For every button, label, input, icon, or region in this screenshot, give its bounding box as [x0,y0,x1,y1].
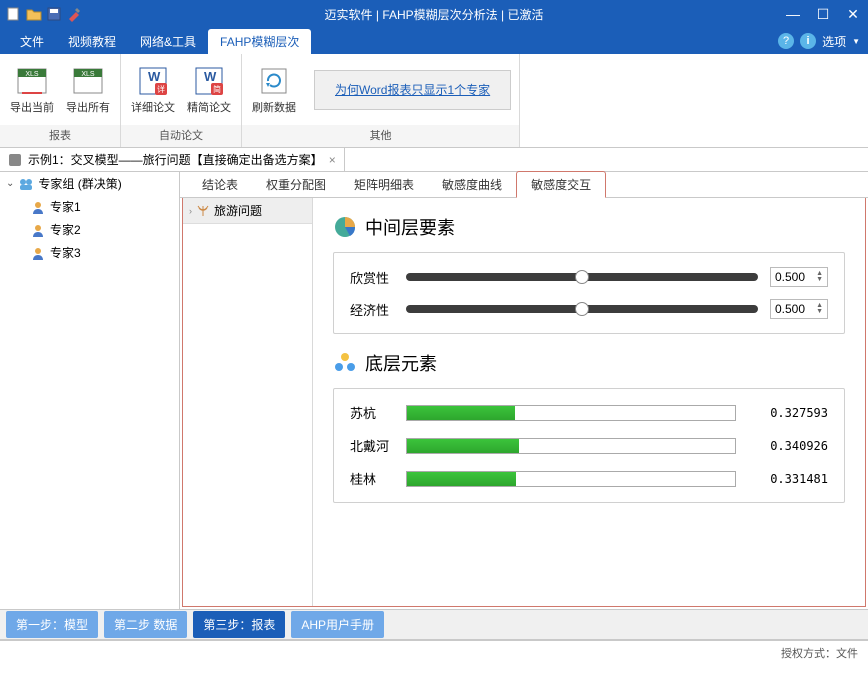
options-dropdown-icon[interactable]: ▼ [852,37,860,46]
bar-value: 0.340926 [752,439,828,453]
bottom-panel: 苏杭 0.327593 北戴河 0.340926 桂林 0.331481 [333,388,845,503]
tab-interaction[interactable]: 敏感度交互 [516,171,606,198]
manual-button[interactable]: AHP用户手册 [291,611,384,638]
bar-value: 0.327593 [752,406,828,420]
user-icon [30,222,46,238]
tab-conclusion[interactable]: 结论表 [188,172,252,197]
xls-all-icon: XLS [72,65,104,97]
spin-down-icon[interactable]: ▼ [816,277,823,283]
step1-button[interactable]: 第一步：模型 [6,611,98,638]
expand-icon[interactable]: ⌄ [6,178,14,189]
ribbon-link-box: 为何Word报表只显示1个专家 [314,70,511,110]
menu-network[interactable]: 网络&工具 [128,29,208,54]
detailed-thesis-button[interactable]: W详 详细论文 [129,63,177,117]
open-icon[interactable] [26,6,42,22]
bottom-section-title: 底层元素 [365,350,437,376]
ribbon-group-other: 其他 [242,125,519,147]
mid-section-title: 中间层要素 [365,214,455,240]
export-current-button[interactable]: XLS 导出当前 [8,63,56,117]
slider-track[interactable] [406,305,758,313]
export-all-button[interactable]: XLS 导出所有 [64,63,112,117]
step2-button[interactable]: 第二步 数据 [104,611,187,638]
bar-label: 桂林 [350,469,390,488]
save-icon[interactable] [46,6,62,22]
user-icon [30,245,46,261]
svg-text:简: 简 [213,84,221,94]
menu-file[interactable]: 文件 [8,29,56,54]
chevron-right-icon[interactable]: › [189,206,192,216]
slider-label: 经济性 [350,300,394,319]
bar-track [406,405,736,421]
close-button[interactable]: ✕ [838,3,868,25]
svg-text:详: 详 [157,84,165,94]
bar-value: 0.331481 [752,472,828,486]
problem-root[interactable]: › 旅游问题 [183,198,312,224]
doc-tab-close[interactable]: × [329,153,336,167]
menu-video[interactable]: 视频教程 [56,29,128,54]
mid-panel: 欣赏性 0.500▲▼ 经济性 0.500▲▼ [333,252,845,334]
refresh-icon [258,65,290,97]
tab-curve[interactable]: 敏感度曲线 [428,172,516,197]
word-report-link[interactable]: 为何Word报表只显示1个专家 [315,81,510,98]
tool-icon[interactable] [66,6,82,22]
svg-text:W: W [204,69,217,84]
tab-matrix[interactable]: 矩阵明细表 [340,172,428,197]
maximize-button[interactable]: ☐ [808,3,838,25]
svg-text:XLS: XLS [81,71,95,78]
document-tab[interactable]: 示例1：交叉模型——旅行问题【直接确定出备选方案】 × [0,148,345,171]
user-icon [30,199,46,215]
slider-track[interactable] [406,273,758,281]
xls-icon: XLS [16,65,48,97]
window-title: 迈实软件 | FAHP模糊层次分析法 | 已激活 [325,6,544,23]
slider-value-input[interactable]: 0.500▲▼ [770,267,828,287]
antenna-icon [196,204,210,218]
doc-icon [8,153,22,167]
help-icon[interactable]: ? [778,33,794,49]
menu-fahp[interactable]: FAHP模糊层次 [208,29,311,54]
svg-text:XLS: XLS [25,71,39,78]
problem-tree: › 旅游问题 [183,198,313,606]
bar-track [406,471,736,487]
ribbon-group-report: 报表 [0,125,120,147]
status-auth: 授权方式：文件 [781,645,858,661]
word-detailed-icon: W详 [137,65,169,97]
simple-thesis-button[interactable]: W简 精简论文 [185,63,233,117]
options-label[interactable]: 选项 [822,33,846,50]
spin-down-icon[interactable]: ▼ [816,309,823,315]
minimize-button[interactable]: — [778,3,808,25]
tree-expert-item[interactable]: 专家1 [24,195,179,218]
bar-label: 北戴河 [350,436,390,455]
slider-value-input[interactable]: 0.500▲▼ [770,299,828,319]
bar-track [406,438,736,454]
group-icon [18,176,34,192]
word-simple-icon: W简 [193,65,225,97]
slider-label: 欣赏性 [350,268,394,287]
ribbon-group-auto: 自动论文 [121,125,241,147]
slider-thumb[interactable] [575,270,589,284]
molecule-icon [333,351,357,375]
tree-expert-item[interactable]: 专家3 [24,241,179,264]
bar-label: 苏杭 [350,403,390,422]
tree-root-label: 专家组 (群决策) [38,175,121,192]
pie-icon [333,215,357,239]
tree-expert-item[interactable]: 专家2 [24,218,179,241]
tree-root[interactable]: ⌄ 专家组 (群决策) [0,172,179,195]
slider-thumb[interactable] [575,302,589,316]
svg-text:W: W [148,69,161,84]
step3-button[interactable]: 第三步：报表 [193,611,285,638]
expert-tree: ⌄ 专家组 (群决策) 专家1 专家2 专家3 [0,172,180,609]
doc-tab-title: 示例1：交叉模型——旅行问题【直接确定出备选方案】 [28,151,323,168]
new-icon[interactable] [6,6,22,22]
refresh-button[interactable]: 刷新数据 [250,63,298,117]
tab-weight[interactable]: 权重分配图 [252,172,340,197]
info-icon[interactable]: i [800,33,816,49]
